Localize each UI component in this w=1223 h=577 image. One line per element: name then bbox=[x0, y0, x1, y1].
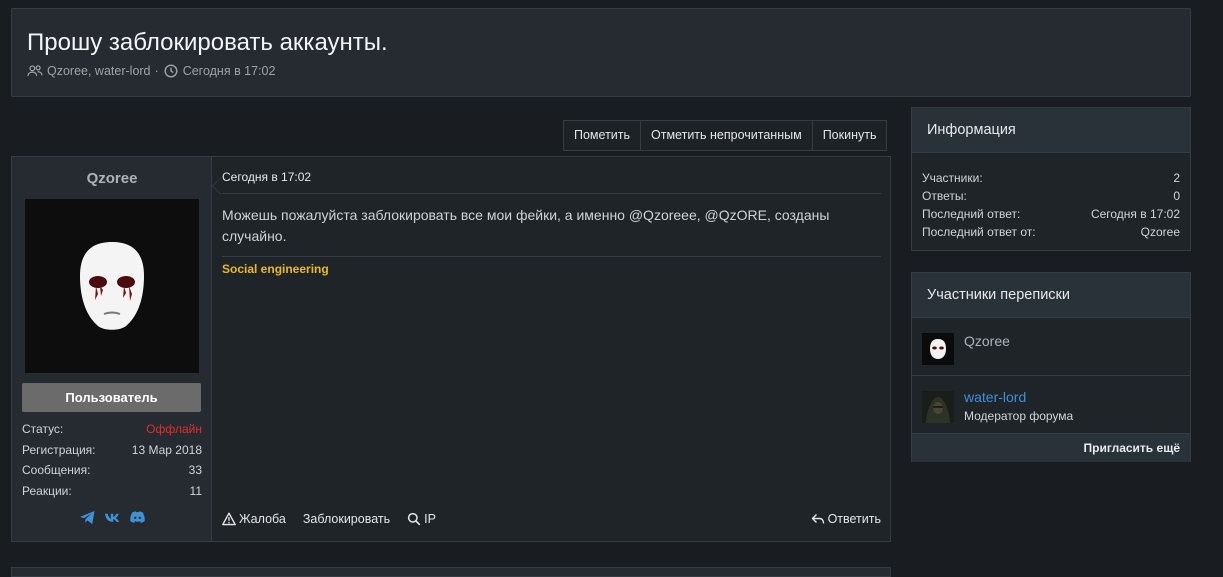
info-label: Последний ответ: bbox=[922, 207, 1021, 221]
status-value: Оффлайн bbox=[146, 422, 202, 436]
reply-label: Ответить bbox=[827, 512, 881, 526]
clock-icon bbox=[163, 64, 179, 78]
next-block bbox=[11, 567, 891, 577]
message-arrow bbox=[212, 177, 221, 195]
stat-row: Регистрация: 13 Мар 2018 bbox=[22, 440, 202, 461]
info-title: Информация bbox=[912, 108, 1190, 153]
avatar[interactable] bbox=[922, 333, 954, 365]
participant-role: Модератор форума bbox=[964, 409, 1074, 423]
block-label: Заблокировать bbox=[302, 512, 391, 526]
participant-item: water-lord Модератор форума bbox=[912, 376, 1190, 434]
stat-row: Статус: Оффлайн bbox=[22, 419, 202, 440]
block-button[interactable]: Заблокировать bbox=[303, 512, 390, 526]
post-date[interactable]: Сегодня в 17:02 bbox=[222, 170, 311, 184]
info-value: 2 bbox=[1173, 171, 1180, 185]
participants-title: Участники переписки bbox=[912, 273, 1190, 318]
reply-button[interactable]: Ответить bbox=[811, 512, 881, 526]
info-row: Участники: 2 bbox=[922, 169, 1180, 187]
report-label: Жалоба bbox=[239, 512, 286, 526]
user-role-badge: Пользователь bbox=[22, 383, 201, 412]
thread-meta: Qzoree, water-lord · Сегодня в 17:02 bbox=[27, 64, 275, 78]
info-block: Информация Участники: 2 Ответы: 0 Послед… bbox=[911, 107, 1191, 251]
thread-header: Прошу заблокировать аккаунты. Qzoree, wa… bbox=[11, 8, 1191, 97]
stat-label: Статус: bbox=[22, 422, 64, 436]
user-stats: Статус: Оффлайн Регистрация: 13 Мар 2018… bbox=[22, 419, 202, 501]
info-value[interactable]: Сегодня в 17:02 bbox=[1091, 205, 1180, 223]
page-title: Прошу заблокировать аккаунты. bbox=[27, 29, 388, 56]
hooded-avatar-icon bbox=[922, 391, 954, 423]
divider bbox=[222, 193, 881, 194]
avatar[interactable] bbox=[25, 199, 199, 373]
thread-prefix[interactable]: Social engineering bbox=[222, 262, 329, 276]
ip-label: IP bbox=[424, 512, 436, 526]
stat-row: Реакции: 11 bbox=[22, 481, 202, 502]
ip-button[interactable]: IP bbox=[407, 512, 436, 526]
avatar[interactable] bbox=[922, 391, 954, 423]
stat-label: Регистрация: bbox=[22, 442, 96, 457]
message-content: Сегодня в 17:02 Можешь пожалуйста заблок… bbox=[222, 157, 881, 541]
info-row: Последний ответ от: Qzoree bbox=[922, 223, 1180, 241]
info-rows: Участники: 2 Ответы: 0 Последний ответ: … bbox=[912, 153, 1190, 241]
mark-unread-button[interactable]: Отметить непрочитанным bbox=[640, 121, 812, 150]
users-icon bbox=[27, 64, 43, 78]
search-icon bbox=[407, 512, 421, 526]
post-actions: Жалоба Заблокировать IP Ответить bbox=[222, 509, 881, 529]
post-body: Можешь пожалуйста заблокировать все мои … bbox=[222, 207, 830, 244]
info-label: Ответы: bbox=[922, 189, 967, 203]
vk-icon[interactable] bbox=[104, 510, 121, 525]
message: Qzoree Пользователь Статус: Оффлайн Реги… bbox=[11, 156, 891, 542]
mask-avatar-icon bbox=[922, 333, 954, 365]
info-value[interactable]: Qzoree bbox=[1141, 223, 1180, 241]
mask-avatar-icon bbox=[80, 242, 144, 330]
info-row: Последний ответ: Сегодня в 17:02 bbox=[922, 205, 1180, 223]
invite-more-button[interactable]: Пригласить ещё bbox=[912, 434, 1190, 462]
participant-item: Qzoree bbox=[912, 318, 1190, 376]
stat-value: 13 Мар 2018 bbox=[131, 442, 202, 457]
user-socials bbox=[12, 510, 212, 525]
leave-button[interactable]: Покинуть bbox=[811, 121, 887, 150]
report-button[interactable]: Жалоба bbox=[222, 512, 286, 526]
participants-block: Участники переписки Qzoree water-lord Мо… bbox=[911, 272, 1191, 462]
discord-icon[interactable] bbox=[129, 510, 146, 525]
info-label: Последний ответ от: bbox=[922, 225, 1036, 239]
thread-date[interactable]: Сегодня в 17:02 bbox=[183, 64, 276, 78]
stat-label: Реакции: bbox=[22, 483, 72, 498]
message-username[interactable]: Qzoree bbox=[12, 170, 212, 187]
thread-actions: Пометить Отметить непрочитанным Покинуть bbox=[563, 120, 888, 151]
thread-participants[interactable]: Qzoree, water-lord bbox=[47, 64, 151, 78]
meta-separator: · bbox=[154, 64, 159, 78]
message-user: Qzoree Пользователь Статус: Оффлайн Реги… bbox=[12, 157, 212, 541]
divider bbox=[222, 256, 881, 257]
mark-button[interactable]: Пометить bbox=[564, 121, 640, 150]
warning-icon bbox=[222, 512, 236, 526]
stat-value: 11 bbox=[189, 483, 202, 498]
participant-name[interactable]: water-lord bbox=[964, 389, 1026, 405]
reply-icon bbox=[811, 514, 824, 524]
info-row: Ответы: 0 bbox=[922, 187, 1180, 205]
info-label: Участники: bbox=[922, 171, 983, 185]
participant-name[interactable]: Qzoree bbox=[964, 333, 1010, 349]
stat-value: 33 bbox=[188, 463, 202, 477]
stat-label: Сообщения: bbox=[22, 463, 91, 477]
telegram-icon[interactable] bbox=[79, 510, 96, 525]
info-value: 0 bbox=[1173, 189, 1180, 203]
stat-row: Сообщения: 33 bbox=[22, 460, 202, 481]
